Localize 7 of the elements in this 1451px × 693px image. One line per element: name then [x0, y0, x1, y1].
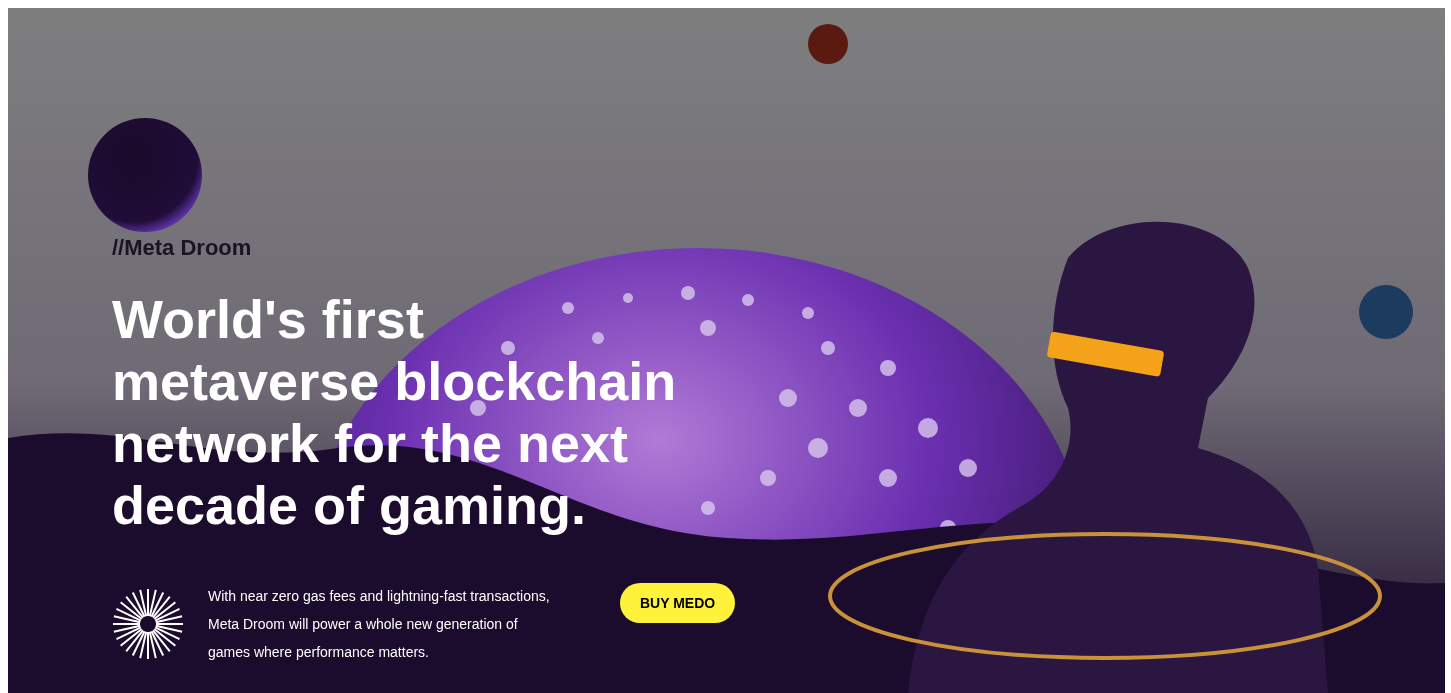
small-planet-drawing: [808, 24, 848, 64]
headline: World's first metaverse blockchain network for the next decade of gaming.: [112, 288, 677, 536]
earth-drawing: [1359, 285, 1413, 339]
sunburst-icon: [112, 588, 184, 660]
description: With near zero gas fees and lightning-fast transactions, Meta Droom will power a whole new generation of games where performance matters.: [208, 587, 551, 662]
buy-button[interactable]: BUY MEDO: [620, 583, 736, 623]
brand-logo[interactable]: //Meta Droom: [112, 236, 252, 260]
